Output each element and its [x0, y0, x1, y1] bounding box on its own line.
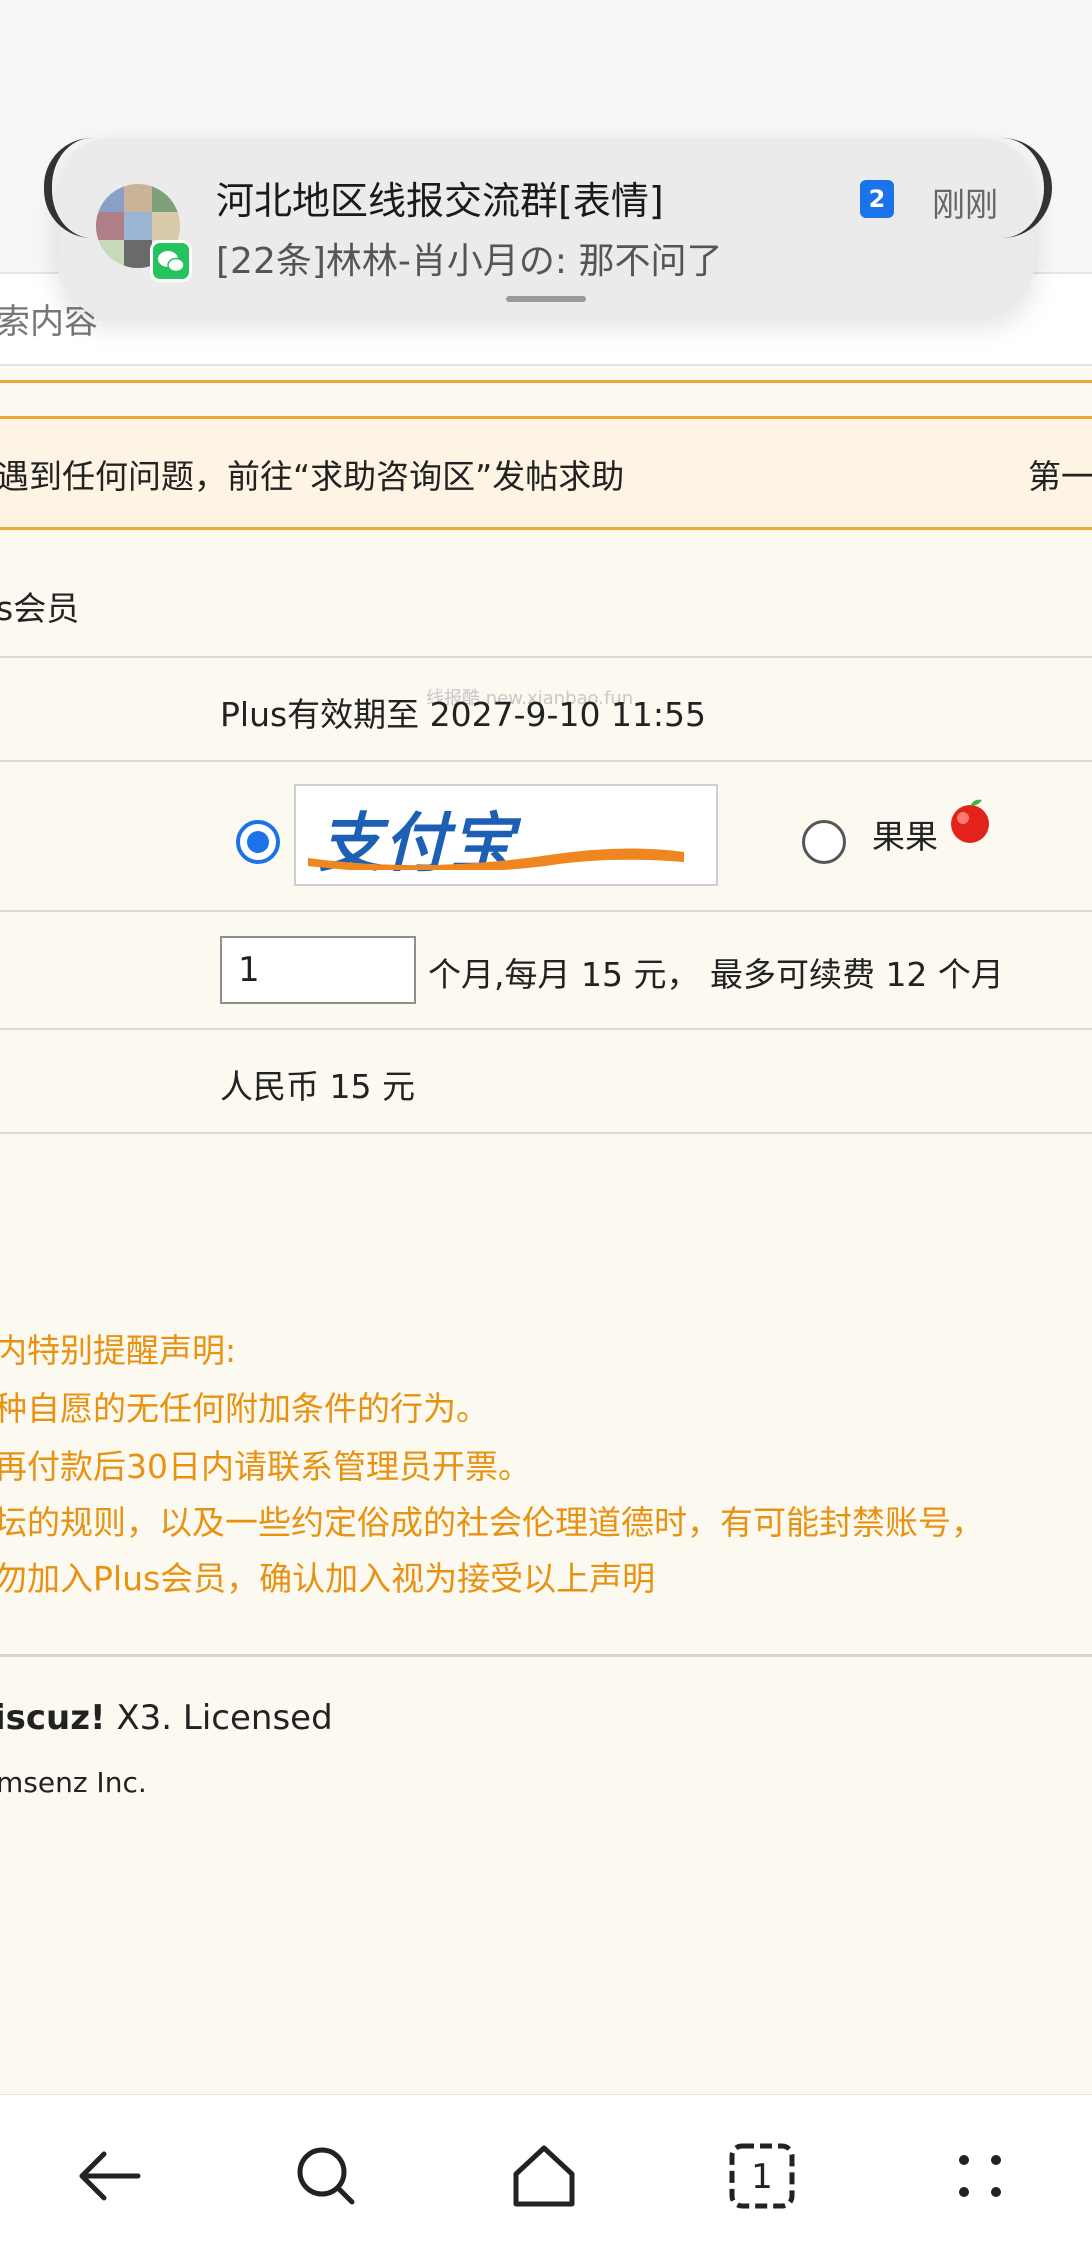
tabs-count: 1: [751, 2157, 773, 2197]
notification-time: 刚刚: [932, 185, 998, 224]
search-icon[interactable]: [286, 2136, 366, 2216]
tabs-icon[interactable]: 1: [722, 2136, 802, 2216]
back-icon[interactable]: [70, 2136, 150, 2216]
quantity-suffix: 个月,每月 15 元， 最多可续费 12 个月: [428, 955, 1004, 994]
declaration-line: 种自愿的无任何附加条件的行为。: [0, 1389, 489, 1428]
wechat-icon: [150, 240, 192, 282]
footer-divider: [0, 1654, 1092, 1657]
alipay-logo-text: 支付宝: [318, 806, 516, 881]
row-divider: [0, 1132, 1092, 1134]
alipay-radio[interactable]: [236, 820, 280, 864]
expiry-text: Plus有效期至 2027-9-10 11:55: [220, 695, 707, 734]
footer-company: msenz Inc.: [0, 1766, 147, 1799]
guoguo-radio[interactable]: [802, 820, 846, 864]
row-divider: [0, 656, 1092, 658]
apple-icon: [951, 799, 989, 843]
alipay-logo[interactable]: 支付宝: [294, 784, 718, 886]
total-amount: 人民币 15 元: [220, 1067, 415, 1106]
notification-title: 河北地区线报交流群[表情]: [216, 179, 664, 223]
notification-count-badge: 2: [860, 180, 894, 218]
more-icon[interactable]: [940, 2136, 1020, 2216]
guoguo-label[interactable]: 果果: [872, 810, 938, 858]
row-divider: [0, 1028, 1092, 1030]
footer-powered: iscuz! X3. Licensed: [0, 1698, 333, 1738]
section-title: s会员: [0, 589, 80, 628]
orange-divider: [0, 380, 1092, 383]
quantity-input[interactable]: [220, 936, 416, 1004]
notice-right-text[interactable]: 第一: [1028, 450, 1092, 498]
row-divider: [0, 760, 1092, 762]
notice-text[interactable]: 遇到任何问题，前往“求助咨询区”发帖求助: [0, 450, 624, 498]
declaration-line: 内特别提醒声明:: [0, 1331, 237, 1370]
footer-version: X3. Licensed: [105, 1698, 333, 1738]
row-divider: [0, 910, 1092, 912]
declaration-line: 勿加入Plus会员，确认加入视为接受以上声明: [0, 1559, 656, 1598]
alipay-swoosh-icon: [308, 848, 684, 870]
declaration-line: 再付款后30日内请联系管理员开票。: [0, 1447, 531, 1486]
notification-drag-handle[interactable]: [506, 296, 586, 302]
footer-brand[interactable]: iscuz!: [0, 1698, 106, 1738]
notification-body: [22条]林林-肖小月の: 那不问了: [216, 241, 723, 282]
wechat-notification[interactable]: [58, 138, 1034, 316]
declaration-line: 坛的规则，以及一些约定俗成的社会伦理道德时，有可能封禁账号，: [0, 1503, 984, 1542]
home-icon[interactable]: [504, 2136, 584, 2216]
